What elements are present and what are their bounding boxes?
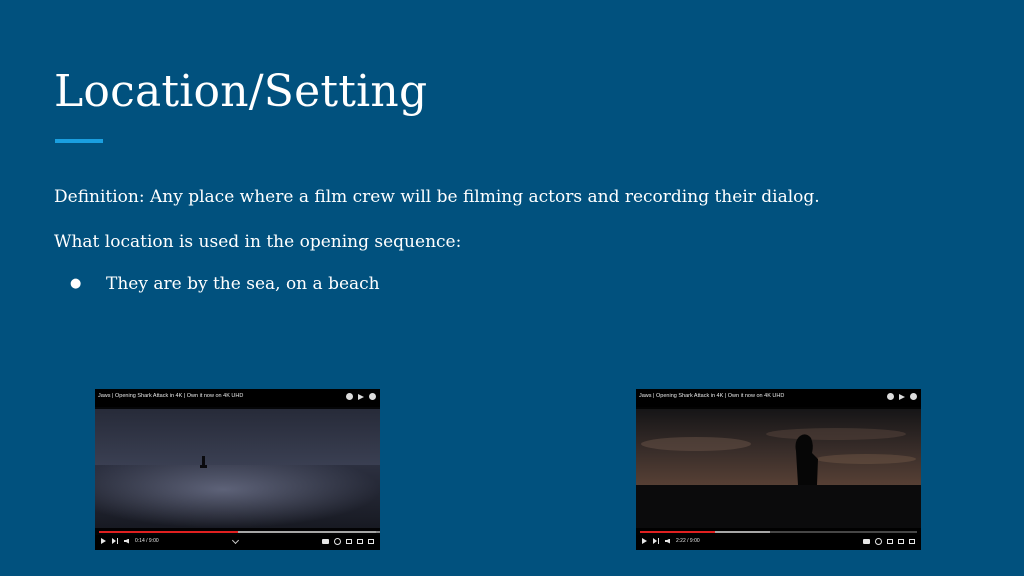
video-left-controls: 0:14 / 9:00: [101, 538, 159, 544]
slide-title: Location/Setting: [54, 66, 428, 117]
question-text: What location is used in the opening seq…: [54, 232, 462, 252]
video-left-controls: 2:22 / 9:00: [642, 538, 700, 544]
volume-icon[interactable]: [124, 538, 129, 544]
bullet-item: ● They are by the sea, on a beach: [70, 273, 380, 295]
theater-icon[interactable]: [898, 539, 904, 544]
video-header: Jaws | Opening Shark Attack in 4K | Own …: [636, 389, 921, 409]
miniplayer-icon[interactable]: [346, 539, 352, 544]
clock-icon[interactable]: [887, 393, 894, 400]
video-right-controls: [863, 538, 915, 545]
video-header: Jaws | Opening Shark Attack in 4K | Own …: [95, 389, 380, 409]
video-progress-bar[interactable]: [99, 531, 380, 533]
video-frame-beach-silhouette: [636, 407, 921, 535]
next-icon[interactable]: [112, 538, 118, 544]
theater-icon[interactable]: [357, 539, 363, 544]
bullet-text: They are by the sea, on a beach: [106, 274, 380, 294]
bullet-dot-icon: ●: [70, 276, 82, 291]
settings-icon[interactable]: [334, 538, 341, 545]
slide: Location/Setting Definition: Any place w…: [0, 0, 1024, 576]
title-accent-bar: [55, 139, 103, 143]
play-icon[interactable]: [642, 538, 647, 544]
captions-icon[interactable]: [322, 539, 329, 544]
fullscreen-icon[interactable]: [909, 539, 915, 544]
video-time: 0:14 / 9:00: [135, 538, 159, 544]
video-frame-sea-buoy: [95, 407, 380, 535]
miniplayer-icon[interactable]: [887, 539, 893, 544]
video-title[interactable]: Jaws | Opening Shark Attack in 4K | Own …: [98, 393, 243, 399]
video-progress-fill: [640, 531, 715, 533]
video-header-icons: [887, 393, 917, 400]
share-icon[interactable]: [899, 394, 905, 400]
video-header-icons: [346, 393, 376, 400]
video-buffer-fill: [714, 531, 771, 533]
video-progress-bar[interactable]: [640, 531, 917, 533]
info-icon[interactable]: [369, 393, 376, 400]
video-controls: 2:22 / 9:00: [636, 528, 921, 550]
video-title[interactable]: Jaws | Opening Shark Attack in 4K | Own …: [639, 393, 784, 399]
info-icon[interactable]: [910, 393, 917, 400]
clock-icon[interactable]: [346, 393, 353, 400]
video-right-controls: [322, 538, 374, 545]
definition-text: Definition: Any place where a film crew …: [54, 187, 820, 207]
fullscreen-icon[interactable]: [368, 539, 374, 544]
video-progress-fill: [99, 531, 238, 533]
play-icon[interactable]: [101, 538, 106, 544]
video-player-sea[interactable]: Jaws | Opening Shark Attack in 4K | Own …: [95, 389, 380, 550]
video-buffer-fill: [237, 531, 380, 533]
video-time: 2:22 / 9:00: [676, 538, 700, 544]
volume-icon[interactable]: [665, 538, 670, 544]
settings-icon[interactable]: [875, 538, 882, 545]
chevron-down-icon[interactable]: [231, 536, 240, 545]
captions-icon[interactable]: [863, 539, 870, 544]
next-icon[interactable]: [653, 538, 659, 544]
video-player-beach[interactable]: Jaws | Opening Shark Attack in 4K | Own …: [636, 389, 921, 550]
share-icon[interactable]: [358, 394, 364, 400]
video-controls: 0:14 / 9:00: [95, 528, 380, 550]
